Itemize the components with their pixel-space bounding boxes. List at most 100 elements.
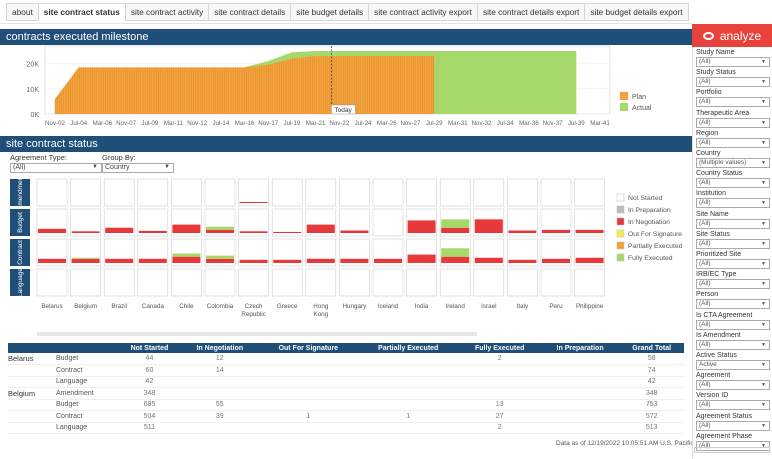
grid-scrollbar xyxy=(37,332,477,336)
tab-site-contract-status[interactable]: site contract status xyxy=(37,2,126,21)
filter-select[interactable]: (All) ▼ xyxy=(696,178,770,189)
filter-select[interactable]: (All) ▼ xyxy=(696,299,770,310)
filter-select[interactable]: (All) ▼ xyxy=(696,218,770,229)
country-label: Peru xyxy=(549,303,563,310)
filter-version-id: Version ID (All) ▼ xyxy=(696,391,770,411)
tab-site-contract-details[interactable]: site contract details xyxy=(208,2,292,21)
status-bar xyxy=(105,258,134,263)
filter-select[interactable]: (All) ▼ xyxy=(696,319,770,330)
filter-select[interactable]: (All) ▼ xyxy=(696,198,770,209)
table-cell: Language xyxy=(56,376,118,388)
filter-select[interactable]: Active ▼ xyxy=(696,360,770,370)
legend-swatch xyxy=(616,241,625,250)
chevron-down-icon: ▼ xyxy=(761,180,766,187)
filter-select[interactable]: (All) ▼ xyxy=(696,77,770,88)
column-header xyxy=(8,343,56,353)
country-label: Iceland xyxy=(378,303,399,310)
status-bar xyxy=(306,258,335,263)
tab-site-contract-activity-export[interactable]: site contract activity export xyxy=(368,2,478,21)
table-cell xyxy=(357,364,459,377)
status-bar xyxy=(542,258,570,263)
sidebar-scrollbar[interactable] xyxy=(694,447,770,453)
x-tick-label: Mar-41 xyxy=(590,120,610,127)
filter-value: Active xyxy=(699,361,717,368)
filter-label: Person xyxy=(696,291,719,299)
x-tick-label: Jul-14 xyxy=(212,120,229,127)
filter-label: Country xyxy=(696,150,721,157)
x-tick-label: Jul-09 xyxy=(141,120,158,127)
status-bar xyxy=(306,224,335,233)
table-cell xyxy=(357,376,459,388)
country-label: Hong xyxy=(313,303,329,310)
filter-value: (All) xyxy=(699,98,711,106)
table-cell xyxy=(357,422,459,434)
dashboard: about site contract status site contract a… xyxy=(0,0,772,459)
filter-select[interactable]: (All) ▼ xyxy=(696,117,770,128)
x-tick-label: Mar-16 xyxy=(235,120,255,127)
filter-select[interactable]: (All) ▼ xyxy=(696,137,770,148)
filter-select[interactable]: (All) ▼ xyxy=(696,97,770,108)
table-header-row: Not Started In Negotiation Out For Signatu… xyxy=(8,343,684,353)
filter-value: (All) xyxy=(699,179,711,187)
legend-label: In Preparation xyxy=(628,207,671,214)
tab-site-contract-activity[interactable]: site contract activity xyxy=(124,2,210,21)
table-cell xyxy=(258,353,358,365)
table-cell: 13 xyxy=(458,399,541,411)
filter-select[interactable]: (All) ▼ xyxy=(696,400,770,411)
filter-value: (All) xyxy=(699,381,711,389)
filter-label: Study Status xyxy=(696,69,736,77)
legend-swatch xyxy=(620,92,628,100)
filter-select[interactable]: (All) ▼ xyxy=(696,339,770,350)
status-cell xyxy=(507,178,538,207)
table-cell: 1 xyxy=(258,410,358,423)
chevron-down-icon: ▼ xyxy=(761,139,766,146)
chevron-down-icon: ▼ xyxy=(761,240,766,247)
x-tick-label: Mar-26 xyxy=(377,120,397,127)
chevron-down-icon: ▼ xyxy=(761,59,766,65)
filter-select[interactable]: (All) ▼ xyxy=(696,380,770,391)
tab-site-budget-details-export[interactable]: site budget details export xyxy=(584,2,689,21)
milestone-chart: 20K 10K 0K Today Nov-02 Jul-04 Mar-06 Nov-07 Jul… xyxy=(27,45,652,127)
table-cell xyxy=(540,387,620,400)
brand-name: analyze xyxy=(719,28,762,43)
filter-label: Region xyxy=(696,129,719,137)
filter-select[interactable]: (All) ▼ xyxy=(696,57,770,67)
status-bar xyxy=(239,201,268,203)
table-cell: 42 xyxy=(118,376,181,388)
filter-value: (All) xyxy=(699,260,711,267)
country-label: India xyxy=(415,303,429,310)
filter-label: IRB/EC Type xyxy=(696,271,737,279)
table-cell: Budget xyxy=(56,353,118,365)
tab-site-contract-details-export[interactable]: site contract details export xyxy=(476,2,586,21)
column-header: Not Started xyxy=(118,343,181,353)
filter-select[interactable]: (All) ▼ xyxy=(696,420,770,431)
x-tick-label: Nov-22 xyxy=(329,120,350,127)
table-cell xyxy=(8,422,56,434)
agreement-type-select[interactable]: (All) ▼ xyxy=(10,163,102,173)
filter-select[interactable]: (Multiple values) ▼ xyxy=(696,158,770,168)
status-table: Not Started In Negotiation Out For Signatu… xyxy=(8,343,684,443)
legend-swatch xyxy=(616,193,625,202)
tab-site-budget-details[interactable]: site budget details xyxy=(290,2,370,21)
filter-label: Is CTA Agreement xyxy=(696,311,753,319)
table-cell: 44 xyxy=(118,353,181,365)
filter-select[interactable]: (All) ▼ xyxy=(696,279,770,290)
table-cell xyxy=(540,399,620,411)
filter-select[interactable]: (All) ▼ xyxy=(696,259,770,269)
tab-about[interactable]: about xyxy=(6,2,39,21)
chevron-down-icon: ▼ xyxy=(164,164,170,170)
country-label: Republic xyxy=(241,311,266,318)
status-section-header: site contract status xyxy=(0,136,692,152)
filter-select[interactable]: (All) ▼ xyxy=(696,238,770,249)
country-label: Brazil xyxy=(111,303,127,310)
table-row: Contract 504 39 1 1 27 572 xyxy=(8,410,684,423)
legend-label: Out For Signature xyxy=(628,231,682,238)
column-header: In Negotiation xyxy=(180,343,259,353)
legend-label: Partially Executed xyxy=(628,243,683,250)
table-cell xyxy=(540,422,620,434)
filter-label: Agreement Phase xyxy=(696,432,753,440)
table-cell xyxy=(258,364,358,377)
group-by-select[interactable]: Country ▼ xyxy=(102,163,174,173)
row-header-label: Language xyxy=(17,268,24,297)
x-tick-label: Nov-27 xyxy=(400,120,421,127)
